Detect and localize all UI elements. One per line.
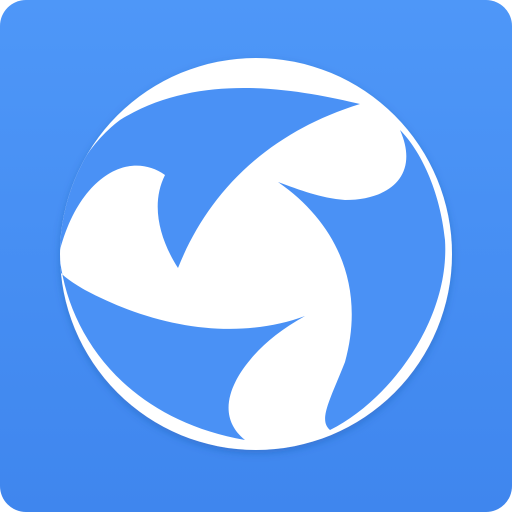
head-left-icon <box>83 196 147 260</box>
app-icon[interactable] <box>0 0 512 512</box>
head-bottom-icon <box>266 358 330 422</box>
head-top-right-icon <box>318 118 382 182</box>
three-people-circle-logo-icon <box>0 0 512 512</box>
